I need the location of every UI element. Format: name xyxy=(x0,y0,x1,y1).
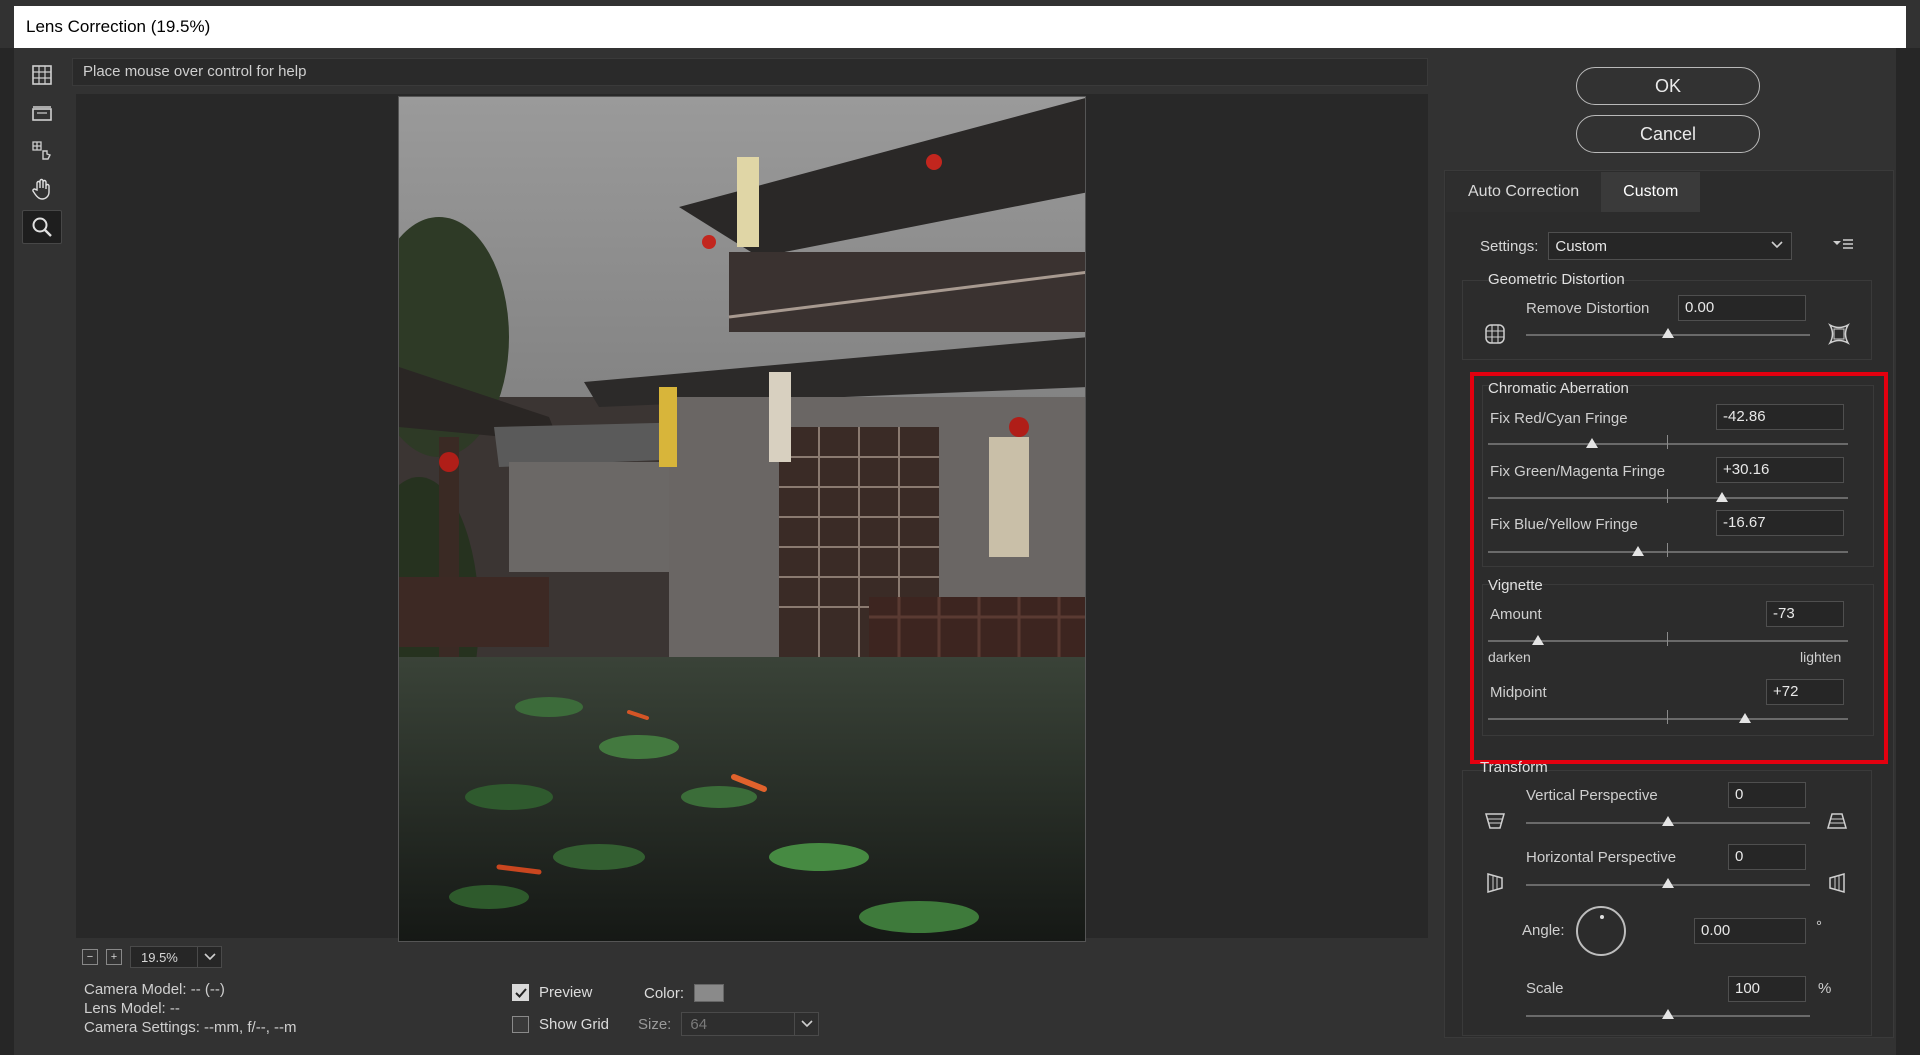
geometric-distortion-title: Geometric Distortion xyxy=(1488,271,1625,288)
preview-checkbox[interactable] xyxy=(512,984,529,1001)
vertical-perspective-left-icon xyxy=(1484,810,1506,837)
grid-size-value: 64 xyxy=(690,1015,708,1033)
chevron-down-icon[interactable] xyxy=(794,1013,818,1035)
barrel-icon xyxy=(1828,323,1850,350)
remove-distortion-input[interactable]: 0.00 xyxy=(1678,295,1806,321)
lens-model-text: Lens Model: -- xyxy=(84,1000,180,1017)
grid-color-swatch[interactable] xyxy=(694,984,725,1002)
grid-icon xyxy=(32,65,52,85)
angle-input[interactable]: 0.00 xyxy=(1694,918,1806,944)
show-grid-checkbox[interactable] xyxy=(512,1016,529,1033)
ok-button[interactable]: OK xyxy=(1576,67,1760,105)
zoom-controls: − + 19.5% xyxy=(82,945,222,969)
camera-model-text: Camera Model: -- (--) xyxy=(84,981,225,998)
size-label: Size: xyxy=(638,1015,672,1033)
straighten-tool[interactable] xyxy=(22,96,62,130)
settings-select[interactable]: Custom xyxy=(1548,232,1793,260)
show-grid-checkbox-row[interactable]: Show Grid xyxy=(512,1016,609,1033)
lens-correction-dialog: Lens Correction (19.5%) Place mouse over… xyxy=(0,0,1920,1055)
settings-menu-icon[interactable] xyxy=(1832,238,1854,257)
zoom-level-field[interactable]: 19.5% xyxy=(130,946,222,968)
settings-row: Settings: Custom xyxy=(1480,232,1793,260)
chevron-down-icon[interactable] xyxy=(197,947,221,967)
horizontal-perspective-left-icon xyxy=(1484,872,1506,899)
angle-dial-indicator xyxy=(1600,915,1604,919)
angle-dial[interactable] xyxy=(1576,906,1626,956)
vertical-perspective-slider-thumb[interactable] xyxy=(1662,816,1674,826)
camera-settings-text: Camera Settings: --mm, f/--, --m xyxy=(84,1019,297,1036)
vertical-perspective-input[interactable]: 0 xyxy=(1728,782,1806,808)
angle-label: Angle: xyxy=(1522,922,1565,939)
tab-auto-correction[interactable]: Auto Correction xyxy=(1446,172,1602,212)
remove-distortion-label: Remove Distortion xyxy=(1526,300,1650,317)
camera-info: Camera Model: -- (--) Lens Model: -- Cam… xyxy=(84,980,297,1037)
horizontal-perspective-right-icon xyxy=(1826,872,1848,899)
window-title: Lens Correction (19.5%) xyxy=(14,6,1906,48)
scale-slider-thumb[interactable] xyxy=(1662,1009,1674,1019)
hand-icon xyxy=(32,178,50,200)
zoom-tool[interactable] xyxy=(22,210,62,244)
tab-custom[interactable]: Custom xyxy=(1601,172,1701,212)
panel-tabs: Auto Correction Custom xyxy=(1446,172,1701,212)
show-grid-label: Show Grid xyxy=(539,1016,610,1033)
tool-palette xyxy=(22,58,68,268)
highlight-box xyxy=(1470,372,1888,764)
remove-distortion-tool[interactable] xyxy=(22,58,62,92)
checkmark-icon xyxy=(514,987,527,998)
cancel-button[interactable]: Cancel xyxy=(1576,115,1760,153)
scale-input[interactable]: 100 xyxy=(1728,976,1806,1002)
zoom-level-value: 19.5% xyxy=(141,949,178,965)
magnifier-icon xyxy=(32,217,52,237)
move-grid-icon xyxy=(32,141,51,160)
vertical-perspective-label: Vertical Perspective xyxy=(1526,787,1658,804)
transform-title: Transform xyxy=(1480,759,1548,776)
move-grid-tool[interactable] xyxy=(22,134,62,168)
remove-distortion-slider-thumb[interactable] xyxy=(1662,328,1674,338)
geometric-distortion-group xyxy=(1462,280,1872,360)
horizontal-perspective-input[interactable]: 0 xyxy=(1728,844,1806,870)
grid-size-select[interactable]: 64 xyxy=(681,1012,820,1036)
horizontal-perspective-slider-thumb[interactable] xyxy=(1662,878,1674,888)
pincushion-icon xyxy=(1484,323,1506,350)
zoom-in-button[interactable]: + xyxy=(106,949,122,965)
hand-tool[interactable] xyxy=(22,172,62,206)
help-text-bar: Place mouse over control for help xyxy=(72,58,1428,86)
settings-label: Settings: xyxy=(1480,237,1539,255)
horizontal-perspective-label: Horizontal Perspective xyxy=(1526,849,1677,866)
transform-group xyxy=(1462,770,1872,1036)
preview-image[interactable] xyxy=(398,96,1086,942)
preview-checkbox-row[interactable]: Preview xyxy=(512,984,592,1001)
left-edge-strip xyxy=(0,48,14,1055)
zoom-out-button[interactable]: − xyxy=(82,949,98,965)
chevron-down-icon xyxy=(1771,237,1783,255)
right-edge-strip xyxy=(1896,48,1920,1055)
preview-photo-svg xyxy=(399,97,1085,941)
vertical-perspective-right-icon xyxy=(1826,810,1848,837)
grid-size-row: Size: 64 xyxy=(638,1012,820,1036)
scale-unit: % xyxy=(1818,980,1832,997)
scale-label: Scale xyxy=(1526,980,1564,997)
grid-color-row: Color: xyxy=(644,984,725,1002)
preview-label: Preview xyxy=(539,984,593,1001)
straighten-icon xyxy=(32,106,52,121)
angle-unit: ° xyxy=(1816,918,1822,935)
settings-value: Custom xyxy=(1555,237,1608,255)
color-label: Color: xyxy=(644,984,685,1002)
